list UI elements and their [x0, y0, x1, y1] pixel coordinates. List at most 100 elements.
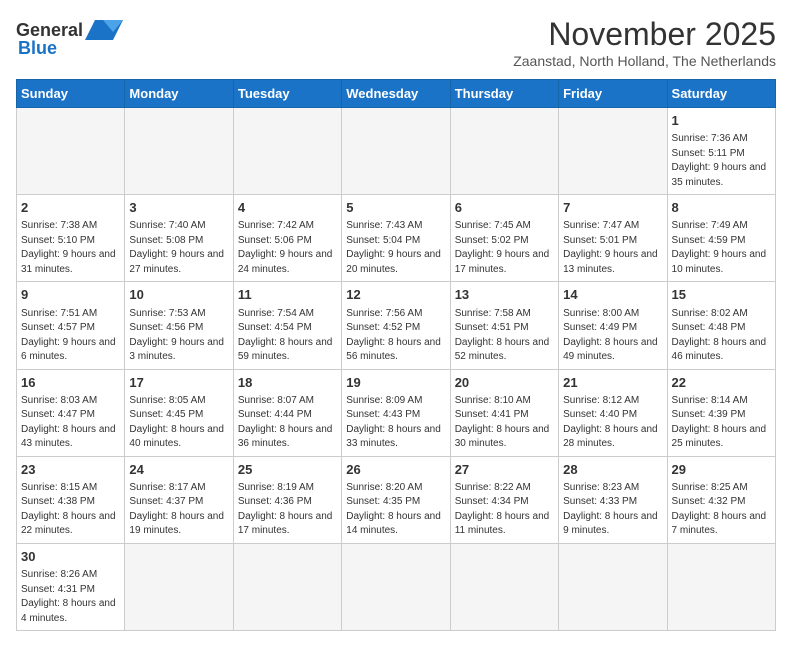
day-info: Sunrise: 8:23 AM Sunset: 4:33 PM Dayligh…	[563, 481, 662, 539]
day-info: Sunrise: 7:56 AM Sunset: 4:52 PM Dayligh…	[346, 307, 445, 365]
day-number: 16	[21, 374, 120, 392]
logo: General Blue	[16, 16, 123, 59]
calendar-cell: 21 Sunrise: 8:12 AM Sunset: 4:40 PM Dayli…	[559, 369, 667, 456]
calendar-cell: 18Sunrise: 8:07 AM Sunset: 4:44 PM Dayli…	[233, 369, 341, 456]
calendar-cell	[450, 543, 558, 630]
calendar-table: SundayMondayTuesdayWednesdayThursdayFrid…	[16, 79, 776, 631]
day-number: 26	[346, 461, 445, 479]
week-row-1: 2Sunrise: 7:38 AM Sunset: 5:10 PM Daylig…	[17, 195, 776, 282]
day-number: 2	[21, 199, 120, 217]
location-subtitle: Zaanstad, North Holland, The Netherlands	[513, 53, 776, 69]
day-info: Sunrise: 8:12 AM Sunset: 4:40 PM Dayligh…	[563, 394, 662, 452]
calendar-cell	[450, 108, 558, 195]
day-info: Sunrise: 8:19 AM Sunset: 4:36 PM Dayligh…	[238, 481, 337, 539]
day-info: Sunrise: 8:14 AM Sunset: 4:39 PM Dayligh…	[672, 394, 771, 452]
day-number: 12	[346, 286, 445, 304]
calendar-cell: 27 Sunrise: 8:22 AM Sunset: 4:34 PM Dayli…	[450, 456, 558, 543]
day-info: Sunrise: 8:20 AM Sunset: 4:35 PM Dayligh…	[346, 481, 445, 539]
day-number: 1	[672, 112, 771, 130]
day-info: Sunrise: 7:49 AM Sunset: 4:59 PM Dayligh…	[672, 219, 771, 277]
calendar-cell: 11Sunrise: 7:54 AM Sunset: 4:54 PM Dayli…	[233, 282, 341, 369]
calendar-cell: 20Sunrise: 8:10 AM Sunset: 4:41 PM Dayli…	[450, 369, 558, 456]
col-header-wednesday: Wednesday	[342, 80, 450, 108]
calendar-cell: 14 Sunrise: 8:00 AM Sunset: 4:49 PM Dayli…	[559, 282, 667, 369]
calendar-cell: 12 Sunrise: 7:56 AM Sunset: 4:52 PM Dayli…	[342, 282, 450, 369]
logo-icon	[85, 16, 123, 44]
day-number: 5	[346, 199, 445, 217]
day-number: 14	[563, 286, 662, 304]
calendar-cell: 2Sunrise: 7:38 AM Sunset: 5:10 PM Daylig…	[17, 195, 125, 282]
calendar-cell: 10 Sunrise: 7:53 AM Sunset: 4:56 PM Dayli…	[125, 282, 233, 369]
day-info: Sunrise: 7:36 AM Sunset: 5:11 PM Dayligh…	[672, 132, 771, 190]
day-info: Sunrise: 7:58 AM Sunset: 4:51 PM Dayligh…	[455, 307, 554, 365]
calendar-cell	[342, 543, 450, 630]
day-number: 4	[238, 199, 337, 217]
calendar-cell: 9Sunrise: 7:51 AM Sunset: 4:57 PM Daylig…	[17, 282, 125, 369]
day-info: Sunrise: 8:22 AM Sunset: 4:34 PM Dayligh…	[455, 481, 554, 539]
calendar-cell	[125, 108, 233, 195]
day-info: Sunrise: 8:10 AM Sunset: 4:41 PM Dayligh…	[455, 394, 554, 452]
day-info: Sunrise: 8:17 AM Sunset: 4:37 PM Dayligh…	[129, 481, 228, 539]
week-row-4: 23Sunrise: 8:15 AM Sunset: 4:38 PM Dayli…	[17, 456, 776, 543]
calendar-cell: 23Sunrise: 8:15 AM Sunset: 4:38 PM Dayli…	[17, 456, 125, 543]
calendar-header-row: SundayMondayTuesdayWednesdayThursdayFrid…	[17, 80, 776, 108]
calendar-cell	[125, 543, 233, 630]
day-info: Sunrise: 7:53 AM Sunset: 4:56 PM Dayligh…	[129, 307, 228, 365]
title-section: November 2025 Zaanstad, North Holland, T…	[513, 16, 776, 69]
day-number: 13	[455, 286, 554, 304]
col-header-tuesday: Tuesday	[233, 80, 341, 108]
col-header-thursday: Thursday	[450, 80, 558, 108]
day-info: Sunrise: 7:47 AM Sunset: 5:01 PM Dayligh…	[563, 219, 662, 277]
day-number: 6	[455, 199, 554, 217]
calendar-cell	[559, 543, 667, 630]
day-info: Sunrise: 7:51 AM Sunset: 4:57 PM Dayligh…	[21, 307, 120, 365]
calendar-cell: 22Sunrise: 8:14 AM Sunset: 4:39 PM Dayli…	[667, 369, 775, 456]
calendar-cell	[342, 108, 450, 195]
day-info: Sunrise: 8:05 AM Sunset: 4:45 PM Dayligh…	[129, 394, 228, 452]
day-number: 15	[672, 286, 771, 304]
month-title: November 2025	[513, 16, 776, 53]
day-info: Sunrise: 7:40 AM Sunset: 5:08 PM Dayligh…	[129, 219, 228, 277]
day-number: 28	[563, 461, 662, 479]
calendar-cell: 26 Sunrise: 8:20 AM Sunset: 4:35 PM Dayli…	[342, 456, 450, 543]
day-number: 25	[238, 461, 337, 479]
calendar-cell: 1 Sunrise: 7:36 AM Sunset: 5:11 PM Daylig…	[667, 108, 775, 195]
day-number: 19	[346, 374, 445, 392]
day-number: 27	[455, 461, 554, 479]
col-header-friday: Friday	[559, 80, 667, 108]
page-header: General Blue November 2025 Zaanstad, Nor…	[16, 16, 776, 69]
calendar-cell: 4 Sunrise: 7:42 AM Sunset: 5:06 PM Daylig…	[233, 195, 341, 282]
day-info: Sunrise: 8:25 AM Sunset: 4:32 PM Dayligh…	[672, 481, 771, 539]
calendar-cell: 13 Sunrise: 7:58 AM Sunset: 4:51 PM Dayli…	[450, 282, 558, 369]
day-info: Sunrise: 8:26 AM Sunset: 4:31 PM Dayligh…	[21, 568, 120, 626]
day-number: 21	[563, 374, 662, 392]
calendar-cell: 15 Sunrise: 8:02 AM Sunset: 4:48 PM Dayli…	[667, 282, 775, 369]
calendar-cell: 24 Sunrise: 8:17 AM Sunset: 4:37 PM Dayli…	[125, 456, 233, 543]
calendar-cell: 16Sunrise: 8:03 AM Sunset: 4:47 PM Dayli…	[17, 369, 125, 456]
calendar-cell: 29 Sunrise: 8:25 AM Sunset: 4:32 PM Dayli…	[667, 456, 775, 543]
day-number: 29	[672, 461, 771, 479]
day-number: 10	[129, 286, 228, 304]
week-row-2: 9Sunrise: 7:51 AM Sunset: 4:57 PM Daylig…	[17, 282, 776, 369]
calendar-cell: 25 Sunrise: 8:19 AM Sunset: 4:36 PM Dayli…	[233, 456, 341, 543]
day-info: Sunrise: 7:45 AM Sunset: 5:02 PM Dayligh…	[455, 219, 554, 277]
calendar-cell: 7 Sunrise: 7:47 AM Sunset: 5:01 PM Daylig…	[559, 195, 667, 282]
col-header-saturday: Saturday	[667, 80, 775, 108]
calendar-cell	[559, 108, 667, 195]
day-info: Sunrise: 8:09 AM Sunset: 4:43 PM Dayligh…	[346, 394, 445, 452]
calendar-cell	[233, 108, 341, 195]
calendar-cell	[17, 108, 125, 195]
day-info: Sunrise: 8:02 AM Sunset: 4:48 PM Dayligh…	[672, 307, 771, 365]
calendar-cell: 5Sunrise: 7:43 AM Sunset: 5:04 PM Daylig…	[342, 195, 450, 282]
week-row-5: 30 Sunrise: 8:26 AM Sunset: 4:31 PM Dayli…	[17, 543, 776, 630]
day-number: 17	[129, 374, 228, 392]
col-header-monday: Monday	[125, 80, 233, 108]
day-info: Sunrise: 7:42 AM Sunset: 5:06 PM Dayligh…	[238, 219, 337, 277]
day-info: Sunrise: 8:00 AM Sunset: 4:49 PM Dayligh…	[563, 307, 662, 365]
day-info: Sunrise: 8:07 AM Sunset: 4:44 PM Dayligh…	[238, 394, 337, 452]
calendar-cell	[667, 543, 775, 630]
day-number: 24	[129, 461, 228, 479]
day-number: 11	[238, 286, 337, 304]
day-number: 30	[21, 548, 120, 566]
day-number: 7	[563, 199, 662, 217]
